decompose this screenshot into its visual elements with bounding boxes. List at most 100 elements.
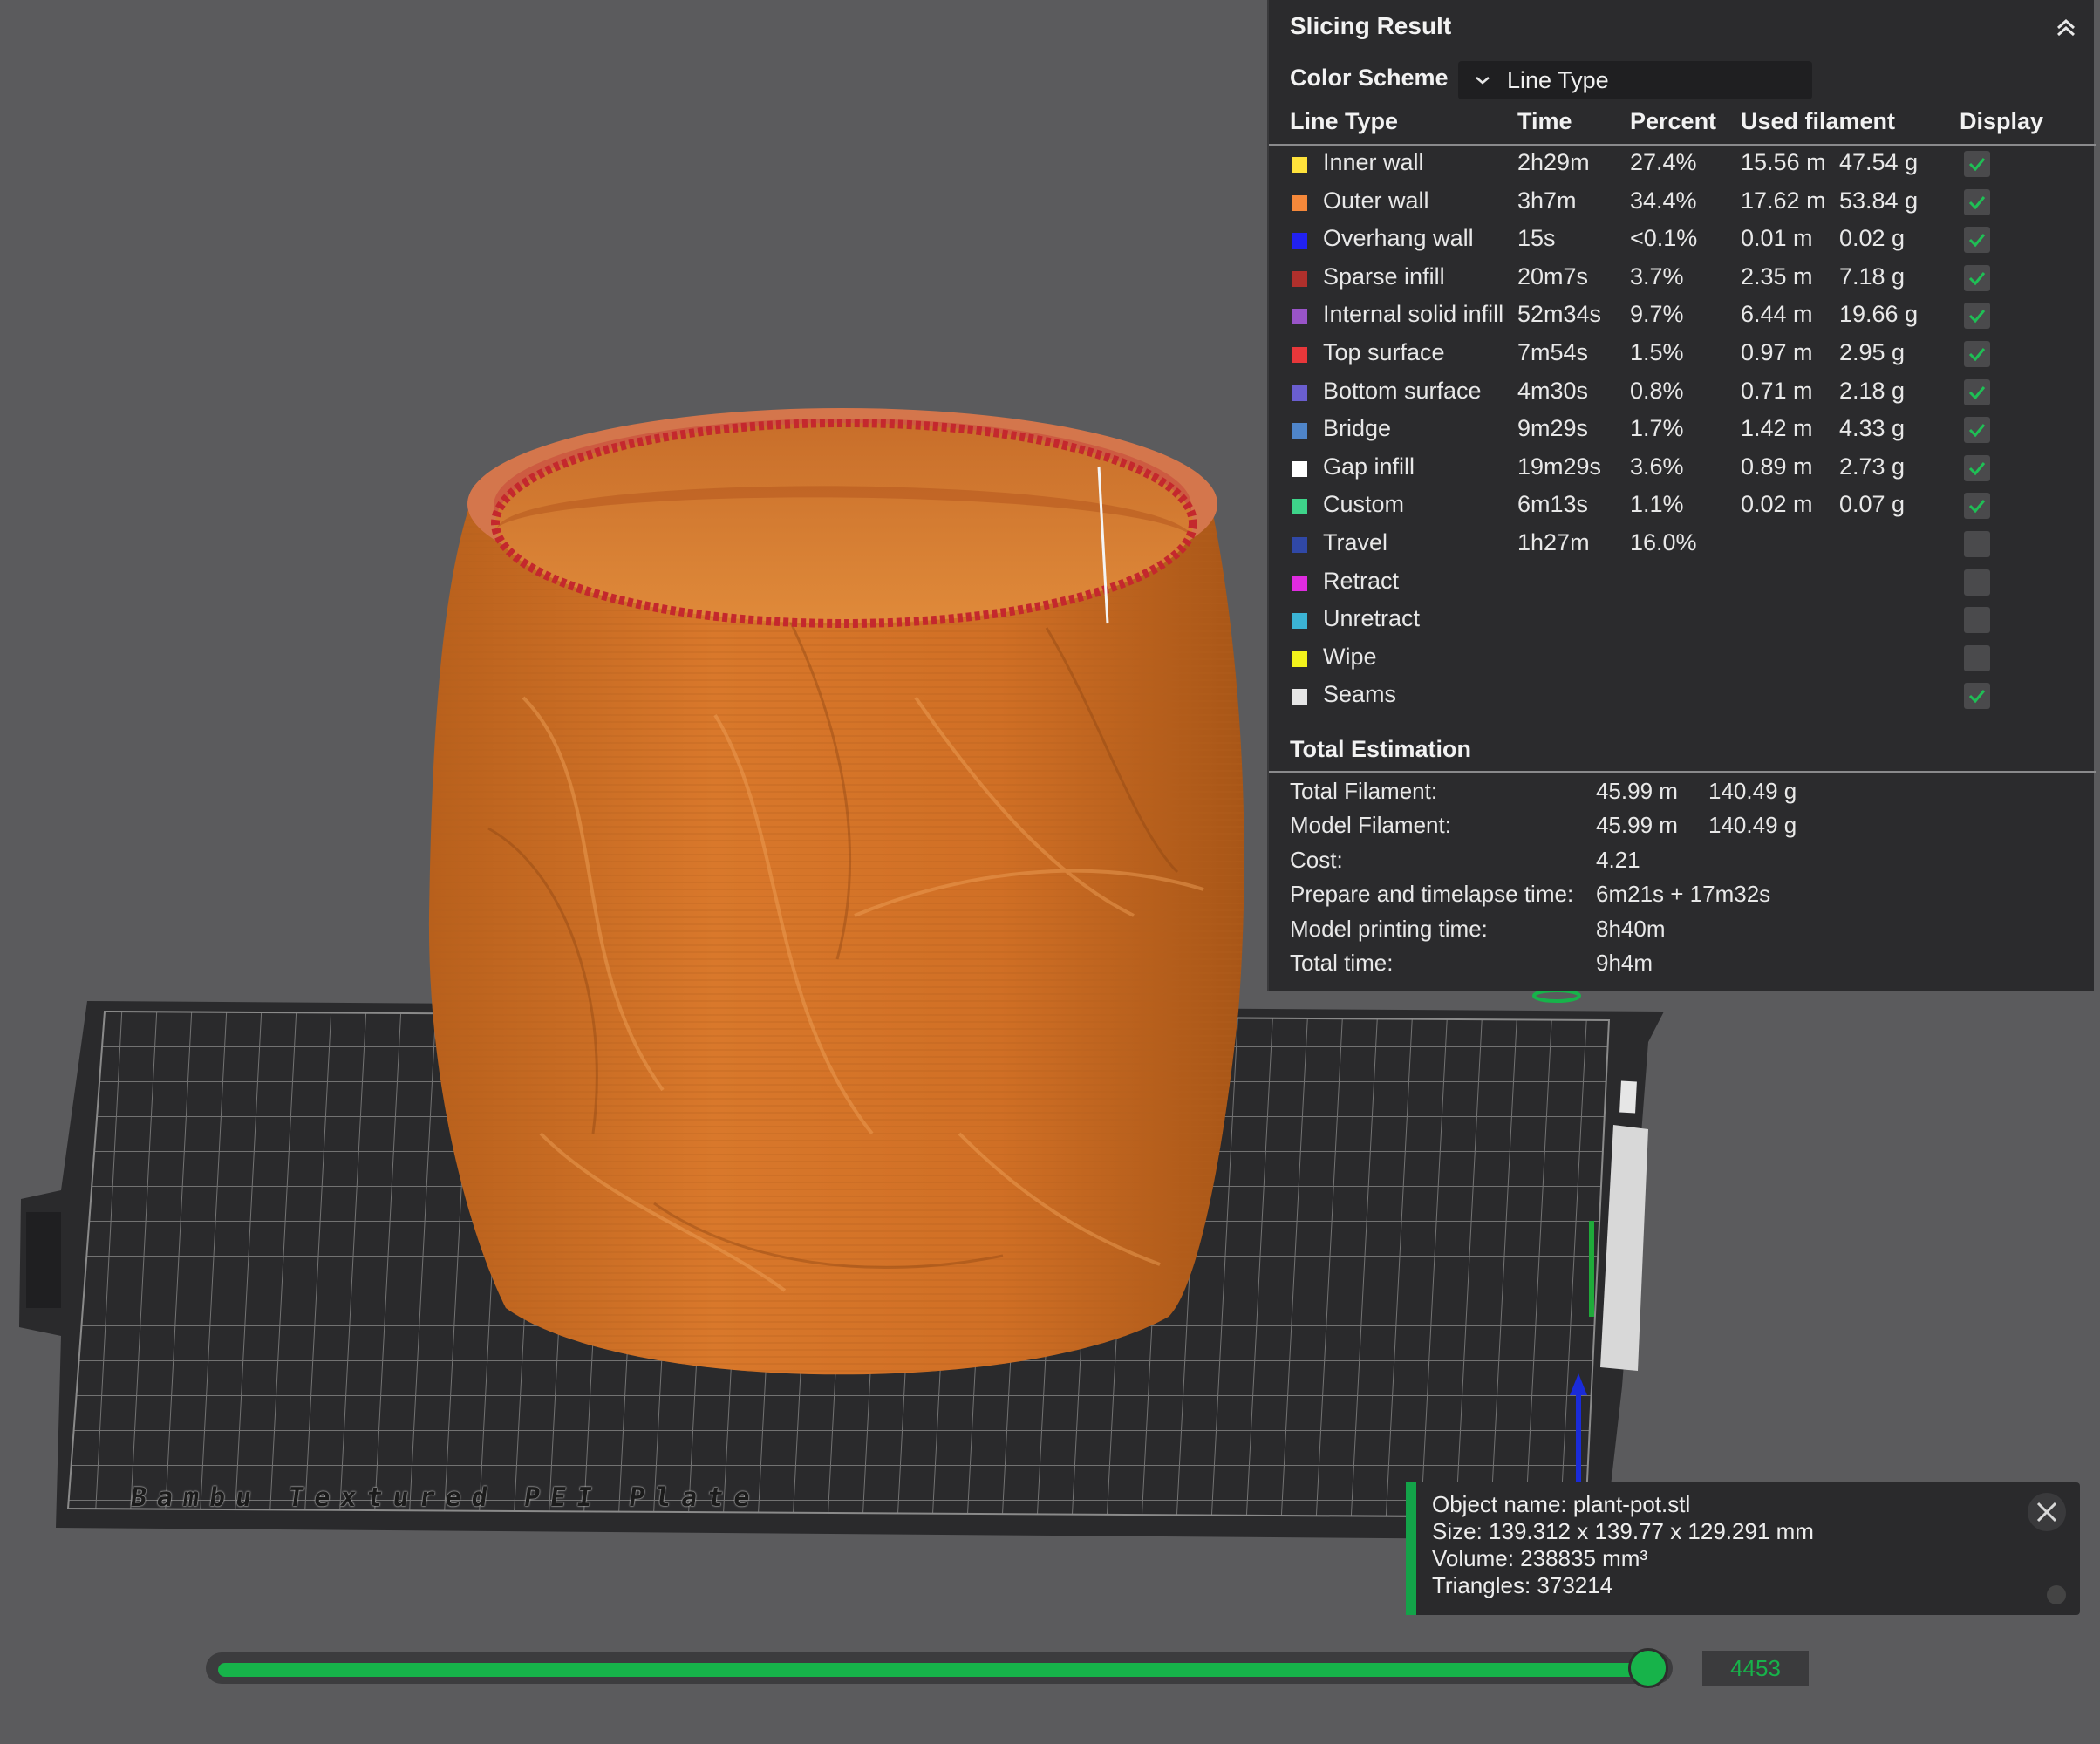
filament-weight: 4.33 g bbox=[1839, 415, 1906, 442]
total-value: 9h4m bbox=[1596, 950, 1653, 976]
check-icon bbox=[1968, 424, 1986, 438]
color-swatch bbox=[1292, 613, 1307, 630]
table-row: Custom 6m13s 1.1% 0.02 m 0.07 g bbox=[1269, 487, 2096, 525]
object-info-panel: Object name: plant-pot.stl Size: 139.312… bbox=[1406, 1482, 2080, 1615]
filament-weight: 0.07 g bbox=[1839, 491, 1906, 518]
color-scheme-dropdown[interactable]: Line Type bbox=[1458, 61, 1812, 99]
total-row: Cost: 4.21 bbox=[1269, 847, 2096, 880]
line-type-name: Bridge bbox=[1323, 415, 1392, 442]
display-checkbox[interactable] bbox=[1964, 378, 1990, 405]
display-checkbox[interactable] bbox=[1964, 151, 1990, 177]
line-type-percent: 27.4% bbox=[1630, 149, 1697, 175]
line-type-time: 4m30s bbox=[1517, 377, 1589, 404]
filament-length: 0.89 m bbox=[1741, 453, 1813, 480]
slider-thumb[interactable] bbox=[1628, 1648, 1668, 1688]
filament-length: 0.71 m bbox=[1741, 377, 1813, 404]
display-checkbox[interactable] bbox=[1964, 227, 1990, 254]
color-swatch bbox=[1292, 537, 1307, 553]
object-size: Size: 139.312 x 139.77 x 129.291 mm bbox=[1432, 1518, 1814, 1544]
filament-weight: 2.95 g bbox=[1839, 339, 1906, 365]
check-icon bbox=[1968, 158, 1986, 172]
filament-length: 6.44 m bbox=[1741, 301, 1813, 328]
display-checkbox[interactable] bbox=[1964, 683, 1990, 710]
total-value-secondary: 140.49 g bbox=[1708, 778, 1797, 804]
line-type-time: 20m7s bbox=[1517, 262, 1589, 290]
table-row: Sparse infill 20m7s 3.7% 2.35 m 7.18 g bbox=[1269, 260, 2096, 297]
panel-title: Slicing Result bbox=[1290, 12, 1452, 39]
color-swatch bbox=[1292, 499, 1307, 515]
table-row: Unretract bbox=[1269, 602, 2096, 639]
color-swatch bbox=[1292, 270, 1307, 287]
total-label: Model printing time: bbox=[1290, 915, 1488, 942]
table-row: Inner wall 2h29m 27.4% 15.56 m 47.54 g bbox=[1269, 146, 2096, 183]
total-estimation-title: Total Estimation bbox=[1290, 736, 1472, 762]
total-value-secondary: 140.49 g bbox=[1708, 812, 1797, 839]
color-scheme-value: Line Type bbox=[1507, 66, 1609, 93]
display-checkbox[interactable] bbox=[1964, 569, 1990, 596]
line-type-name: Travel bbox=[1323, 529, 1388, 555]
line-type-percent: 1.1% bbox=[1630, 491, 1684, 518]
line-type-name: Custom bbox=[1323, 491, 1405, 518]
display-checkbox[interactable] bbox=[1964, 264, 1990, 291]
display-checkbox[interactable] bbox=[1964, 188, 1990, 215]
total-row: Model Filament: 45.99 m 140.49 g bbox=[1269, 812, 2096, 845]
filament-weight: 0.02 g bbox=[1839, 225, 1906, 252]
line-type-time: 9m29s bbox=[1517, 415, 1589, 442]
collapse-icon[interactable] bbox=[2050, 12, 2082, 44]
object-name: Object name: plant-pot.stl bbox=[1432, 1491, 1691, 1517]
line-type-time: 3h7m bbox=[1517, 187, 1577, 214]
line-type-percent: 0.8% bbox=[1630, 377, 1684, 404]
total-value: 45.99 m bbox=[1596, 778, 1678, 804]
line-type-name: Retract bbox=[1323, 567, 1400, 594]
accent-bar bbox=[1406, 1482, 1416, 1615]
chevron-down-icon bbox=[1476, 77, 1490, 85]
filament-weight: 2.18 g bbox=[1839, 377, 1906, 404]
display-checkbox[interactable] bbox=[1964, 454, 1990, 481]
display-checkbox[interactable] bbox=[1964, 644, 1990, 671]
table-header: Line Type Time Percent Used filament Dis… bbox=[1269, 108, 2096, 143]
minimize-icon[interactable] bbox=[2047, 1585, 2066, 1604]
check-icon bbox=[1968, 195, 1986, 209]
line-type-percent: 1.7% bbox=[1630, 415, 1684, 442]
line-type-percent: 3.7% bbox=[1630, 262, 1684, 290]
total-label: Cost: bbox=[1290, 846, 1343, 873]
display-checkbox[interactable] bbox=[1964, 341, 1990, 367]
color-swatch bbox=[1292, 460, 1307, 477]
display-checkbox[interactable] bbox=[1964, 531, 1990, 557]
display-checkbox[interactable] bbox=[1964, 493, 1990, 520]
total-row: Total time: 9h4m bbox=[1269, 950, 2096, 983]
line-type-name: Seams bbox=[1323, 681, 1397, 708]
total-label: Total time: bbox=[1290, 950, 1394, 976]
line-type-name: Top surface bbox=[1323, 339, 1445, 365]
line-type-time: 19m29s bbox=[1517, 453, 1602, 480]
slicing-result-panel: Slicing Result Color Scheme Line Type Li… bbox=[1267, 0, 2096, 991]
color-swatch bbox=[1292, 575, 1307, 591]
line-type-name: Bottom surface bbox=[1323, 377, 1482, 404]
total-label: Total Filament: bbox=[1290, 778, 1438, 804]
table-row: Bridge 9m29s 1.7% 1.42 m 4.33 g bbox=[1269, 412, 2096, 449]
total-value: 45.99 m bbox=[1596, 812, 1678, 839]
display-checkbox[interactable] bbox=[1964, 303, 1990, 330]
color-swatch bbox=[1292, 233, 1307, 249]
total-row: Model printing time: 8h40m bbox=[1269, 916, 2096, 949]
display-checkbox[interactable] bbox=[1964, 607, 1990, 634]
display-checkbox[interactable] bbox=[1964, 417, 1990, 444]
filament-weight: 7.18 g bbox=[1839, 262, 1906, 290]
check-icon bbox=[1968, 310, 1986, 324]
check-icon bbox=[1968, 385, 1986, 399]
total-value: 8h40m bbox=[1596, 915, 1666, 942]
table-row: Seams bbox=[1269, 678, 2096, 715]
color-swatch bbox=[1292, 157, 1307, 173]
color-swatch bbox=[1292, 689, 1307, 705]
close-icon[interactable] bbox=[2026, 1491, 2068, 1533]
total-row: Total Filament: 45.99 m 140.49 g bbox=[1269, 778, 2096, 811]
layer-slider[interactable]: 4453 bbox=[206, 1648, 1809, 1688]
filament-length: 0.97 m bbox=[1741, 339, 1813, 365]
table-row: Wipe bbox=[1269, 640, 2096, 678]
filament-length: 0.02 m bbox=[1741, 491, 1813, 518]
color-swatch bbox=[1292, 309, 1307, 325]
table-row: Overhang wall 15s <0.1% 0.01 m 0.02 g bbox=[1269, 221, 2096, 259]
table-row: Top surface 7m54s 1.5% 0.97 m 2.95 g bbox=[1269, 336, 2096, 373]
filament-length: 1.42 m bbox=[1741, 415, 1813, 442]
line-type-percent: 34.4% bbox=[1630, 187, 1697, 214]
